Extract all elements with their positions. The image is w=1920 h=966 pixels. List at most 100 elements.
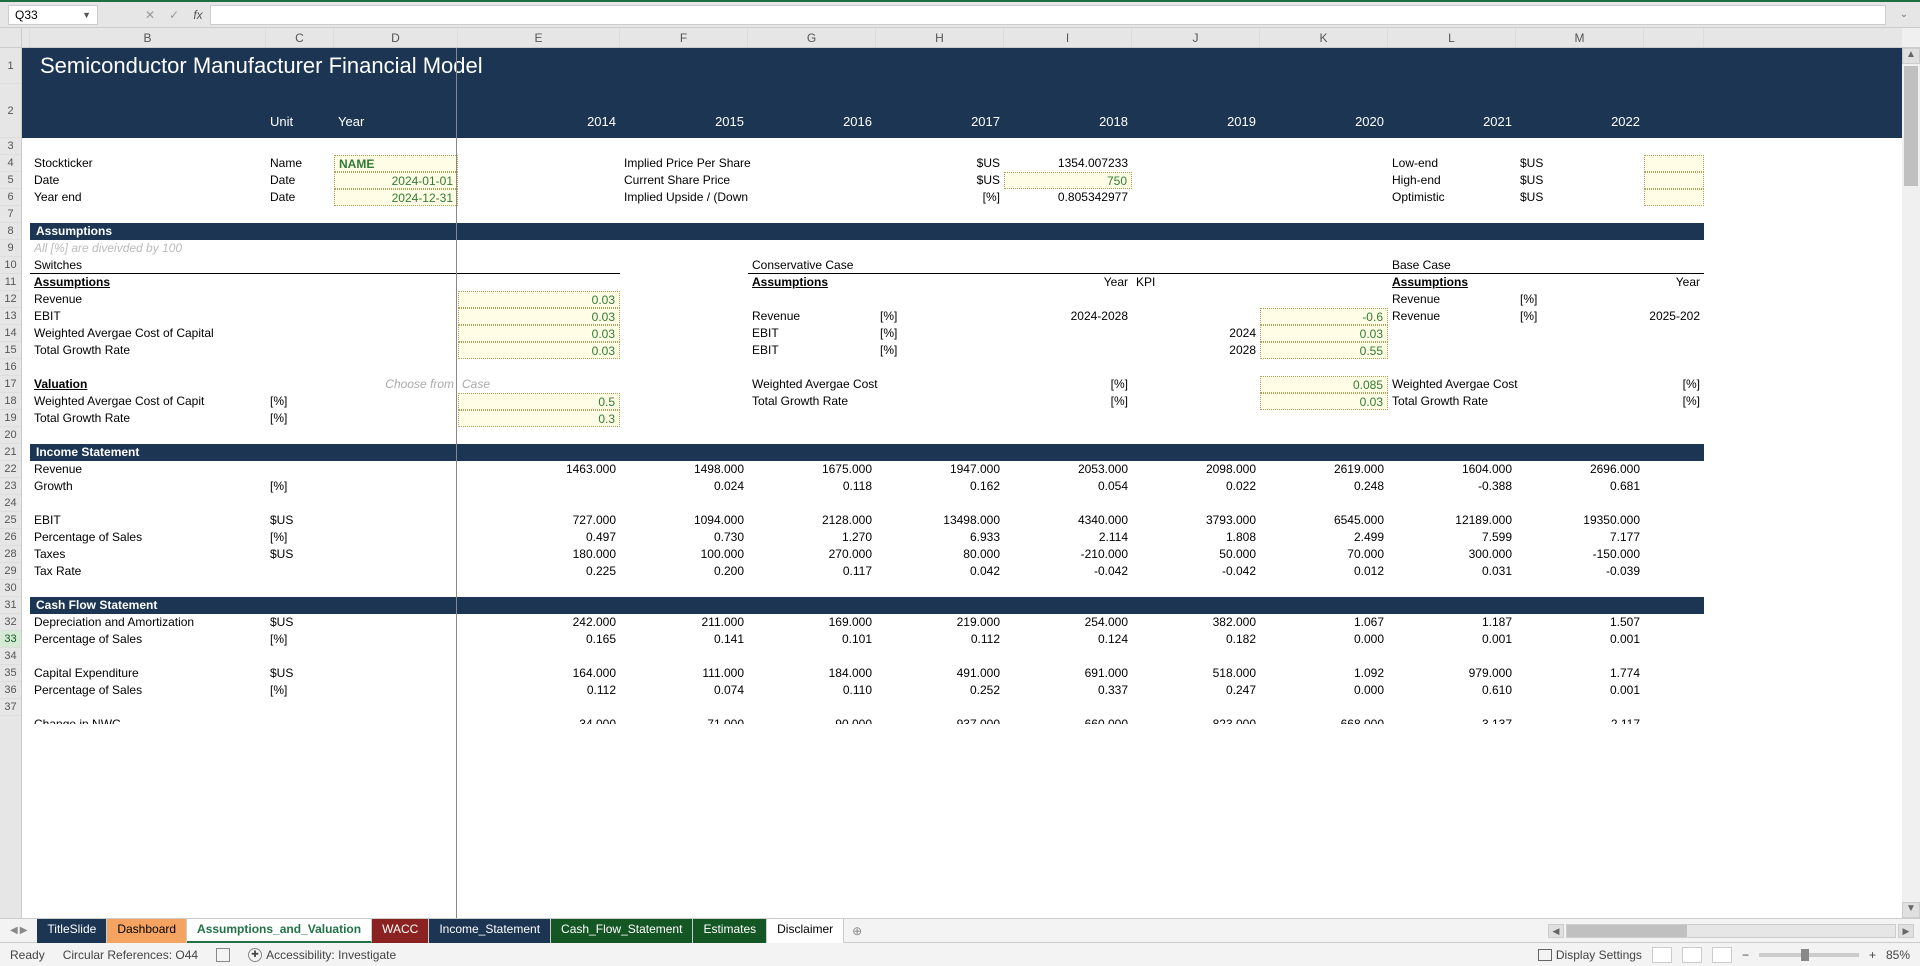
tab-nav-next-icon[interactable]: ▶ [20, 925, 28, 936]
vscroll-thumb[interactable] [1904, 66, 1918, 186]
view-page-break-button[interactable] [1712, 947, 1732, 963]
col-header-C[interactable]: C [266, 28, 334, 47]
formula-input[interactable] [210, 5, 1886, 25]
col-header-I[interactable]: I [1004, 28, 1132, 47]
col-header-H[interactable]: H [876, 28, 1004, 47]
row-header-21[interactable]: 21 [0, 444, 21, 461]
row-header-18[interactable]: 18 [0, 393, 21, 410]
hscroll-left-icon[interactable]: ◀ [1548, 924, 1564, 938]
col-header-M[interactable]: M [1516, 28, 1644, 47]
view-normal-button[interactable] [1652, 947, 1672, 963]
col-header-J[interactable]: J [1132, 28, 1260, 47]
macro-record-icon[interactable] [216, 948, 230, 962]
input-name[interactable]: NAME [334, 155, 458, 172]
input-year-end[interactable]: 2024-12-31 [334, 189, 458, 206]
scroll-down-icon[interactable]: ▼ [1902, 902, 1920, 918]
cancel-formula-icon: ✕ [138, 8, 162, 22]
col-header-L[interactable]: L [1388, 28, 1516, 47]
select-all-corner[interactable] [0, 28, 22, 47]
row-header-11[interactable]: 11 [0, 274, 21, 291]
zoom-in-button[interactable]: + [1869, 948, 1876, 962]
tab-nav-buttons[interactable]: ◀ ▶ [0, 925, 37, 936]
row-header-17[interactable]: 17 [0, 376, 21, 393]
col-header-E[interactable]: E [458, 28, 620, 47]
row-label: Percentage of Sales [30, 682, 266, 699]
row-header-24[interactable]: 24 [0, 495, 21, 512]
input-date[interactable]: 2024-01-01 [334, 172, 458, 189]
row-header-35[interactable]: 35 [0, 665, 21, 682]
name-box[interactable]: Q33 ▼ [8, 5, 98, 25]
horizontal-scrollbar[interactable]: ◀ ▶ [870, 924, 1920, 938]
sheet-tab-Cash_Flow_Statement[interactable]: Cash_Flow_Statement [551, 919, 693, 943]
sheet-tab-Income_Statement[interactable]: Income_Statement [429, 919, 551, 943]
row-header-34[interactable]: 34 [0, 648, 21, 665]
row-header-1[interactable]: 1 [0, 48, 21, 84]
sheet-tab-WACC[interactable]: WACC [372, 919, 429, 943]
row-header-22[interactable]: 22 [0, 461, 21, 478]
sheet-tab-Estimates[interactable]: Estimates [693, 919, 767, 943]
row-header-6[interactable]: 6 [0, 189, 21, 206]
col-header-F[interactable]: F [620, 28, 748, 47]
row-header-12[interactable]: 12 [0, 291, 21, 308]
hscroll-right-icon[interactable]: ▶ [1898, 924, 1914, 938]
col-header-B[interactable]: B [30, 28, 266, 47]
hscroll-thumb[interactable] [1567, 925, 1687, 937]
row-label: Capital Expenditure [30, 665, 266, 682]
row-header-20[interactable]: 20 [0, 427, 21, 444]
vertical-scrollbar[interactable]: ▲ ▼ [1902, 48, 1920, 918]
expand-formula-bar-icon[interactable]: ⌄ [1894, 9, 1914, 20]
row-header-14[interactable]: 14 [0, 325, 21, 342]
fx-icon[interactable]: fx [186, 8, 210, 22]
page-title: Semiconductor Manufacturer Financial Mod… [30, 48, 1704, 84]
row-label: Taxes [30, 546, 266, 563]
sheet-tab-Dashboard[interactable]: Dashboard [107, 919, 187, 943]
row-header-9[interactable]: 9 [0, 240, 21, 257]
sheet-tab-Disclaimer[interactable]: Disclaimer [767, 919, 844, 943]
input-share-price[interactable]: 750 [1004, 172, 1132, 189]
row-header-7[interactable]: 7 [0, 206, 21, 223]
row-header-25[interactable]: 25 [0, 512, 21, 529]
row-header-5[interactable]: 5 [0, 172, 21, 189]
row-header-23[interactable]: 23 [0, 478, 21, 495]
row-header-3[interactable]: 3 [0, 138, 21, 155]
sheet-tab-Assumptions_and_Valuation[interactable]: Assumptions_and_Valuation [187, 919, 372, 943]
row-header-19[interactable]: 19 [0, 410, 21, 427]
zoom-level[interactable]: 85% [1886, 948, 1910, 962]
row-header-13[interactable]: 13 [0, 308, 21, 325]
row-header-10[interactable]: 10 [0, 257, 21, 274]
section-cash-flow: Cash Flow Statement [30, 597, 1704, 614]
col-header-x[interactable] [22, 28, 30, 47]
row-header-36[interactable]: 36 [0, 682, 21, 699]
tab-nav-prev-icon[interactable]: ◀ [10, 925, 18, 936]
view-page-layout-button[interactable] [1682, 947, 1702, 963]
add-sheet-button[interactable]: ⊕ [844, 921, 870, 941]
row-header-29[interactable]: 29 [0, 563, 21, 580]
row-header-28[interactable]: 28 [0, 546, 21, 563]
name-box-dropdown-icon[interactable]: ▼ [82, 10, 91, 20]
col-header-x[interactable] [1644, 28, 1704, 47]
zoom-out-button[interactable]: − [1742, 948, 1749, 962]
row-header-30[interactable]: 30 [0, 580, 21, 597]
row-header-15[interactable]: 15 [0, 342, 21, 359]
accessibility-status[interactable]: ✚ Accessibility: Investigate [248, 948, 396, 962]
scroll-up-icon[interactable]: ▲ [1902, 48, 1920, 64]
sheet-tab-TitleSlide[interactable]: TitleSlide [37, 919, 107, 943]
zoom-slider[interactable] [1759, 953, 1859, 957]
col-header-G[interactable]: G [748, 28, 876, 47]
row-label: Depreciation and Amortization [30, 614, 266, 631]
row-header-2[interactable]: 2 [0, 84, 21, 138]
row-header-37[interactable]: 37 [0, 699, 21, 716]
row-header-8[interactable]: 8 [0, 223, 21, 240]
row-headers: 1234567891011121314151617181920212223242… [0, 48, 22, 918]
display-settings-button[interactable]: Display Settings [1538, 948, 1642, 962]
col-header-D[interactable]: D [334, 28, 458, 47]
row-header-31[interactable]: 31 [0, 597, 21, 614]
row-header-33[interactable]: 33 [0, 631, 21, 648]
spreadsheet-grid[interactable]: Semiconductor Manufacturer Financial Mod… [22, 48, 1902, 918]
col-header-K[interactable]: K [1260, 28, 1388, 47]
row-header-26[interactable]: 26 [0, 529, 21, 546]
row-header-16[interactable]: 16 [0, 359, 21, 376]
row-header-32[interactable]: 32 [0, 614, 21, 631]
zoom-thumb[interactable] [1801, 949, 1809, 961]
row-header-4[interactable]: 4 [0, 155, 21, 172]
